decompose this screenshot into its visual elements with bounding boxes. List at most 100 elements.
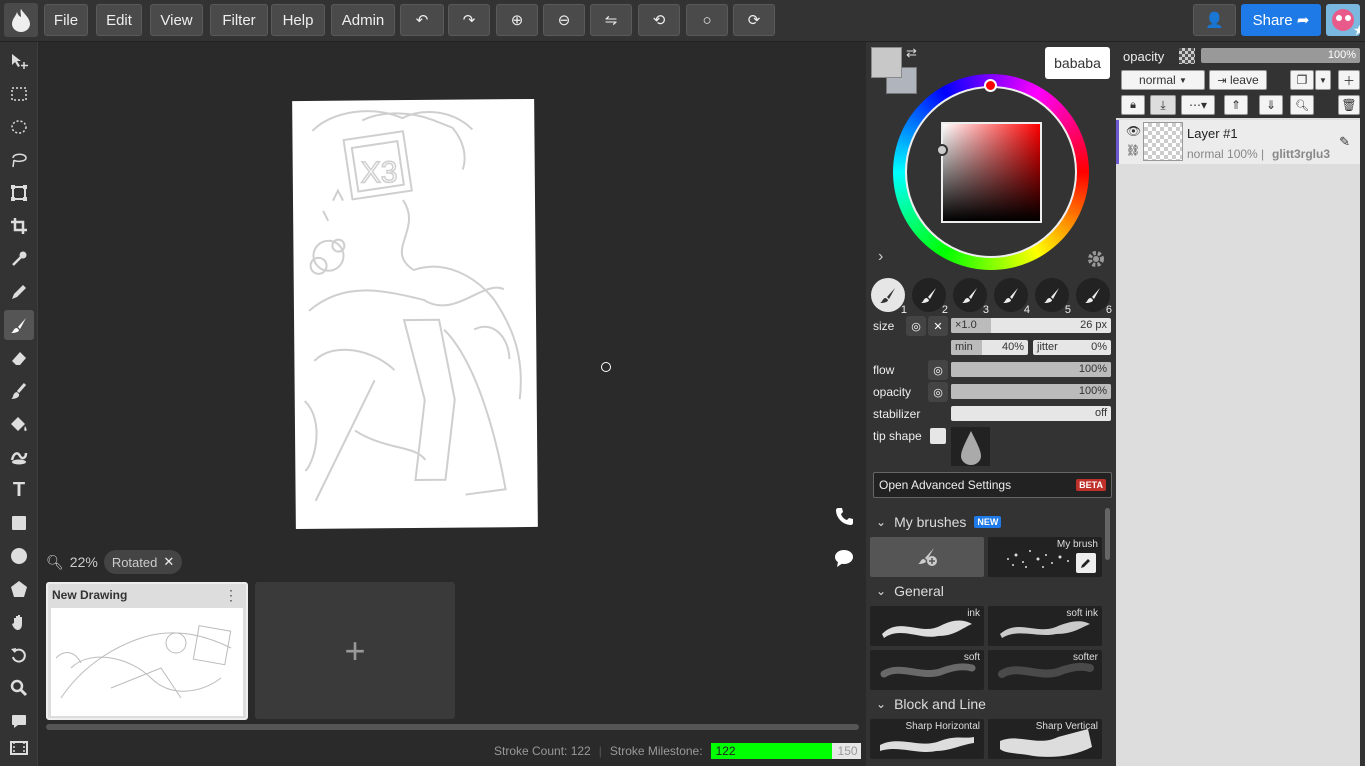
sv-picker-handle[interactable] <box>936 144 948 156</box>
zoom-out-button[interactable]: ⊖ <box>543 4 585 36</box>
lock-layer-button[interactable]: 🔒︎ <box>1121 95 1145 115</box>
block-and-line-section[interactable]: ⌄ Block and Line <box>870 693 986 715</box>
brush-sharp-vertical[interactable]: Sharp Vertical <box>988 719 1102 759</box>
drawing-canvas[interactable]: X3 <box>292 98 538 530</box>
layer-opacity-slider[interactable]: 100% <box>1201 48 1360 63</box>
delete-layer-button[interactable]: 🗑︎ <box>1338 95 1360 115</box>
timelapse-icon[interactable] <box>4 733 34 763</box>
smudge-tool-icon[interactable] <box>4 376 34 406</box>
my-brush-card[interactable]: My brush <box>988 537 1102 577</box>
comment-tool-icon[interactable] <box>4 706 34 736</box>
chat-icon[interactable] <box>834 548 854 571</box>
primary-color-swatch[interactable] <box>871 47 902 78</box>
layer-search-button[interactable]: 🔍︎ <box>1290 95 1314 115</box>
shape-tool-icon[interactable] <box>4 574 34 604</box>
redo-button[interactable]: ↷ <box>448 4 490 36</box>
rotate-tool-icon[interactable] <box>4 640 34 670</box>
undo-button[interactable]: ↶ <box>400 4 444 36</box>
chevron-right-icon[interactable]: › <box>878 248 883 266</box>
menu-admin[interactable]: Admin <box>331 4 395 36</box>
drawing-thumbnail-card[interactable]: New Drawing ⋮ <box>46 582 248 720</box>
transform-tool-icon[interactable] <box>4 178 34 208</box>
tip-shape-checkbox[interactable] <box>930 428 946 444</box>
avatar[interactable]: ★ <box>1326 4 1360 36</box>
eyedropper-icon[interactable] <box>4 244 34 274</box>
menu-view[interactable]: View <box>150 4 203 36</box>
edit-brush-button[interactable] <box>1076 553 1096 573</box>
zoom-in-button[interactable]: ⊕ <box>496 4 538 36</box>
min-slider[interactable]: min 40% <box>951 340 1028 355</box>
brush-slot-1[interactable]: 1 <box>871 278 907 316</box>
brush-slot-5[interactable]: 5 <box>1035 278 1071 316</box>
general-section[interactable]: ⌄ General <box>870 580 944 602</box>
opacity-pressure-toggle[interactable]: ◎ <box>928 382 948 402</box>
pencil-icon[interactable]: ✎ <box>1339 134 1350 150</box>
rotate-right-button[interactable]: ⟳ <box>733 4 775 36</box>
reset-view-button[interactable]: ○ <box>686 4 728 36</box>
merge-down-button[interactable]: ⇓ <box>1259 95 1283 115</box>
share-button[interactable]: Share ➦ <box>1241 4 1321 36</box>
eye-icon[interactable]: 👁︎ <box>1126 124 1141 138</box>
brush-slot-4[interactable]: 4 <box>994 278 1030 316</box>
rotated-chip[interactable]: Rotated ✕ <box>103 550 183 574</box>
saturation-value-square[interactable] <box>941 122 1042 223</box>
eraser-tool-icon[interactable] <box>4 343 34 373</box>
brush-slot-2[interactable]: 2 <box>912 278 948 316</box>
blend-mode-select[interactable]: normal ▼ <box>1121 70 1205 90</box>
horizontal-scrollbar[interactable] <box>46 724 859 730</box>
brush-ink[interactable]: ink <box>870 606 984 646</box>
close-icon[interactable]: ✕ <box>163 554 174 570</box>
flow-pressure-toggle[interactable]: ◎ <box>928 360 948 380</box>
leave-button[interactable]: ⇥ leave <box>1209 70 1267 90</box>
add-drawing-button[interactable]: + <box>255 582 455 719</box>
brush-sharp-horizontal[interactable]: Sharp Horizontal <box>870 719 984 759</box>
brush-slot-6[interactable]: 6 <box>1076 278 1112 316</box>
duplicate-layer-button[interactable]: ❐ <box>1290 70 1314 90</box>
ellipse-select-icon[interactable] <box>4 112 34 142</box>
add-brush-button[interactable] <box>870 537 984 577</box>
menu-filter[interactable]: Filter <box>210 4 268 36</box>
rectangle-tool-icon[interactable] <box>4 508 34 538</box>
text-tool-icon[interactable]: T <box>4 475 34 505</box>
my-brushes-section[interactable]: ⌄ My brushes NEW <box>870 511 1002 533</box>
lasso-select-icon[interactable] <box>4 145 34 175</box>
open-advanced-settings-button[interactable]: Open Advanced Settings BETA <box>873 472 1112 498</box>
pencil-tool-icon[interactable] <box>4 277 34 307</box>
menu-edit[interactable]: Edit <box>96 4 142 36</box>
hand-tool-icon[interactable] <box>4 607 34 637</box>
layer-link-icon[interactable]: ⛓︎ <box>1126 144 1140 157</box>
brush-tool-icon[interactable] <box>4 310 34 340</box>
stabilizer-slider[interactable]: off <box>951 406 1111 421</box>
brush-list-scrollbar[interactable] <box>1105 508 1110 560</box>
merge-up-button[interactable]: ⇑ <box>1224 95 1248 115</box>
size-clear-button[interactable]: ✕ <box>928 316 948 336</box>
fill-tool-icon[interactable] <box>4 409 34 439</box>
hue-picker-handle[interactable] <box>984 79 997 92</box>
crop-tool-icon[interactable] <box>4 211 34 241</box>
swap-colors-icon[interactable]: ⇄ <box>906 45 917 61</box>
transparency-icon[interactable] <box>1179 48 1195 64</box>
brush-soft[interactable]: soft <box>870 650 984 690</box>
duplicate-options-button[interactable]: ▼ <box>1315 70 1331 90</box>
app-logo-icon[interactable] <box>4 3 38 37</box>
flow-slider[interactable]: 100% <box>951 362 1111 377</box>
add-layer-button[interactable]: ＋ <box>1338 70 1360 90</box>
ellipse-tool-icon[interactable] <box>4 541 34 571</box>
more-options-button[interactable]: ⋯▾ <box>1181 95 1215 115</box>
menu-help[interactable]: Help <box>271 4 325 36</box>
brush-softer[interactable]: softer <box>988 650 1102 690</box>
brush-slot-3[interactable]: 3 <box>953 278 989 316</box>
flip-button[interactable]: ⇋ <box>590 4 632 36</box>
move-tool-icon[interactable] <box>4 46 34 76</box>
zoom-tool-icon[interactable] <box>4 673 34 703</box>
layer-row[interactable]: 👁︎ ⛓︎ Layer #1 normal 100% | glitt3rglu3… <box>1116 120 1360 164</box>
jitter-slider[interactable]: jitter 0% <box>1033 340 1111 355</box>
size-slider[interactable]: ×1.0 26 px <box>951 318 1111 333</box>
rotate-left-button[interactable]: ⟲ <box>638 4 680 36</box>
gear-icon[interactable] <box>1087 250 1105 271</box>
size-pressure-toggle[interactable]: ◎ <box>906 316 926 336</box>
menu-file[interactable]: File <box>44 4 88 36</box>
brush-soft-ink[interactable]: soft ink <box>988 606 1102 646</box>
clip-layer-button[interactable]: ⤓ <box>1150 95 1176 115</box>
invite-user-button[interactable]: 👤 <box>1193 4 1236 36</box>
